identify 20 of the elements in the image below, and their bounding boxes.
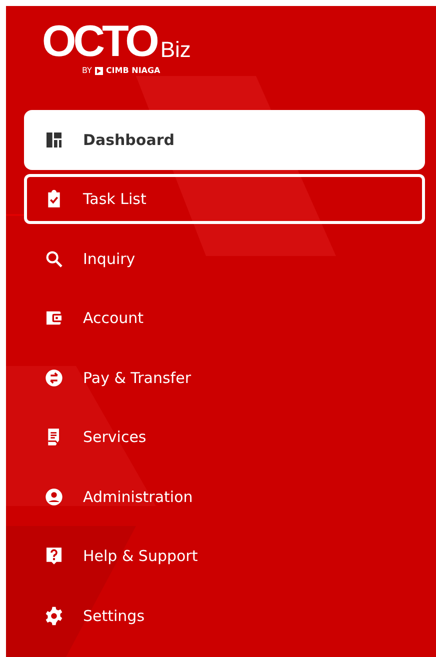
menu-item[interactable]: Settings <box>24 586 425 646</box>
menu-item[interactable]: Dashboard <box>24 110 425 170</box>
menu-item[interactable]: Administration <box>24 467 425 526</box>
menu-item[interactable]: Inquiry <box>24 229 425 288</box>
menu-item[interactable]: Help & Support <box>24 526 425 586</box>
dashboard-icon <box>44 130 64 150</box>
menu-item[interactable]: Task List <box>24 174 425 224</box>
logo-wordmark: OCTO <box>42 22 156 62</box>
user-circle-icon <box>44 486 64 507</box>
logo-byline: BY <box>82 66 92 75</box>
menu-item[interactable]: Pay & Transfer <box>24 348 425 408</box>
logo-bank: CIMB NIAGA <box>106 66 160 75</box>
menu-item[interactable]: Services <box>24 408 425 467</box>
settings-icon <box>44 606 64 626</box>
help-icon <box>44 546 64 566</box>
transfer-icon <box>44 368 64 388</box>
menu-item[interactable]: Account <box>24 288 425 348</box>
bank-mark-icon <box>94 66 103 74</box>
logo-product: Biz <box>160 38 191 62</box>
search-icon <box>44 248 64 269</box>
